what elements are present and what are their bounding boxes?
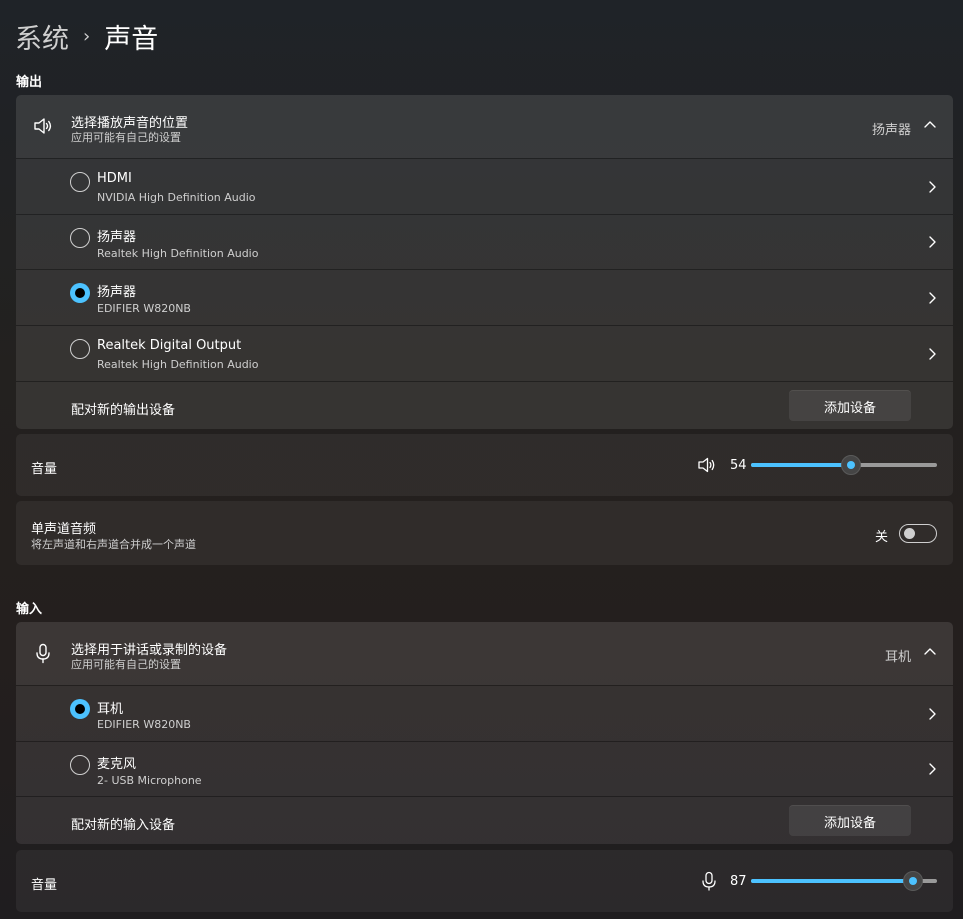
chevron-right-icon[interactable] xyxy=(927,707,937,721)
microphone-icon[interactable] xyxy=(699,871,719,891)
mono-audio-toggle[interactable] xyxy=(899,524,937,543)
output-volume-card: 音量 54 xyxy=(16,434,953,496)
output-header-subtitle: 应用可能有自己的设置 xyxy=(71,131,181,144)
add-output-device-button[interactable]: 添加设备 xyxy=(789,390,911,421)
output-device-header[interactable]: 选择播放声音的位置 应用可能有自己的设置 扬声器 xyxy=(16,95,953,158)
output-device-row[interactable]: HDMI NVIDIA High Definition Audio xyxy=(16,158,953,214)
device-name: 麦克风 xyxy=(97,757,137,772)
radio-button[interactable] xyxy=(70,172,90,192)
radio-button[interactable] xyxy=(70,228,90,248)
speaker-icon[interactable] xyxy=(697,455,717,475)
chevron-right-icon[interactable] xyxy=(927,235,937,249)
radio-button-selected[interactable] xyxy=(70,283,90,303)
output-device-row[interactable]: Realtek Digital Output Realtek High Defi… xyxy=(16,325,953,381)
device-name: 扬声器 xyxy=(97,285,137,300)
chevron-up-icon[interactable] xyxy=(923,646,937,656)
radio-button[interactable] xyxy=(70,339,90,359)
device-detail: NVIDIA High Definition Audio xyxy=(97,191,256,204)
mono-audio-label: 单声道音频 xyxy=(31,522,97,537)
output-device-card: 选择播放声音的位置 应用可能有自己的设置 扬声器 HDMI NVIDIA Hig… xyxy=(16,95,953,429)
pair-input-row: 配对新的输入设备 添加设备 xyxy=(16,796,953,844)
mono-audio-card: 单声道音频 将左声道和右声道合并成一个声道 关 xyxy=(16,501,953,565)
radio-button-selected[interactable] xyxy=(70,699,90,719)
device-detail: EDIFIER W820NB xyxy=(97,718,191,731)
device-detail: Realtek High Definition Audio xyxy=(97,247,259,260)
input-device-card: 选择用于讲话或录制的设备 应用可能有自己的设置 耳机 耳机 EDIFIER W8… xyxy=(16,622,953,844)
pair-input-label: 配对新的输入设备 xyxy=(71,818,176,833)
speaker-icon xyxy=(34,118,52,134)
input-device-header[interactable]: 选择用于讲话或录制的设备 应用可能有自己的设置 耳机 xyxy=(16,622,953,685)
device-name: HDMI xyxy=(97,171,132,186)
output-section-label: 输出 xyxy=(16,75,43,90)
chevron-right-icon[interactable] xyxy=(927,347,937,361)
breadcrumb: 系统 › 声音 xyxy=(15,16,158,56)
output-volume-value: 54 xyxy=(730,458,747,473)
device-name: Realtek Digital Output xyxy=(97,338,242,353)
input-volume-card: 音量 87 xyxy=(16,850,953,912)
radio-button[interactable] xyxy=(70,755,90,775)
breadcrumb-separator: › xyxy=(83,25,91,47)
input-device-row[interactable]: 麦克风 2- USB Microphone xyxy=(16,741,953,796)
output-volume-label: 音量 xyxy=(31,462,58,477)
chevron-up-icon[interactable] xyxy=(923,119,937,129)
device-name: 扬声器 xyxy=(97,230,137,245)
input-volume-label: 音量 xyxy=(31,878,58,893)
input-volume-thumb[interactable] xyxy=(903,871,923,891)
output-device-row[interactable]: 扬声器 EDIFIER W820NB xyxy=(16,269,953,325)
input-selected-device: 耳机 xyxy=(884,650,911,665)
pair-output-label: 配对新的输出设备 xyxy=(71,403,176,418)
breadcrumb-system[interactable]: 系统 xyxy=(15,17,69,56)
mono-audio-subtitle: 将左声道和右声道合并成一个声道 xyxy=(31,538,196,551)
device-detail: EDIFIER W820NB xyxy=(97,302,191,315)
output-selected-device: 扬声器 xyxy=(871,123,911,138)
input-header-subtitle: 应用可能有自己的设置 xyxy=(71,658,181,671)
output-volume-thumb[interactable] xyxy=(841,455,861,475)
chevron-right-icon[interactable] xyxy=(927,180,937,194)
microphone-icon xyxy=(36,643,50,664)
device-detail: 2- USB Microphone xyxy=(97,774,202,787)
output-volume-fill xyxy=(751,463,851,467)
page-title: 声音 xyxy=(104,23,159,55)
input-section-label: 输入 xyxy=(16,602,43,617)
input-device-row[interactable]: 耳机 EDIFIER W820NB xyxy=(16,685,953,741)
add-input-device-button[interactable]: 添加设备 xyxy=(789,805,911,836)
pair-output-row: 配对新的输出设备 添加设备 xyxy=(16,381,953,429)
input-volume-fill xyxy=(751,879,913,883)
mono-audio-state: 关 xyxy=(875,530,889,545)
chevron-right-icon[interactable] xyxy=(927,762,937,776)
output-device-row[interactable]: 扬声器 Realtek High Definition Audio xyxy=(16,214,953,269)
input-volume-value: 87 xyxy=(730,874,747,889)
device-name: 耳机 xyxy=(97,702,124,717)
chevron-right-icon[interactable] xyxy=(927,291,937,305)
device-detail: Realtek High Definition Audio xyxy=(97,358,259,371)
